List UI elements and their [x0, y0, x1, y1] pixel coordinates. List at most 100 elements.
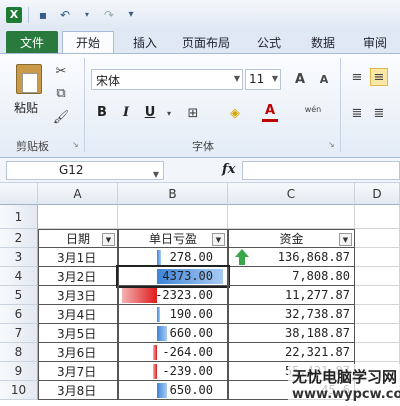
- borders-icon[interactable]: ⊞: [184, 104, 202, 122]
- chevron-down-icon: ▼: [271, 74, 278, 83]
- date-cell[interactable]: 3月5日: [38, 324, 118, 343]
- redo-icon[interactable]: ↷: [101, 7, 117, 23]
- cell[interactable]: [355, 205, 400, 229]
- funds-value: 32,738.87: [284, 307, 350, 321]
- phonetic-guide-icon[interactable]: wén: [300, 100, 326, 118]
- column-header-d[interactable]: D: [355, 183, 400, 205]
- align-top-icon[interactable]: ≡: [348, 68, 366, 86]
- format-painter-icon[interactable]: 🖌: [52, 108, 70, 126]
- align-middle-icon[interactable]: ≡: [370, 68, 388, 86]
- date-cell[interactable]: 3月3日: [38, 286, 118, 305]
- watermark-url: www.wypcw.com: [292, 387, 400, 402]
- cell[interactable]: [355, 248, 400, 267]
- filter-dropdown-icon[interactable]: ▼: [102, 233, 115, 246]
- customize-toolbar-icon[interactable]: ▾: [123, 7, 139, 23]
- cell[interactable]: [118, 205, 228, 229]
- funds-value: 7,808.80: [292, 269, 350, 283]
- clipboard-launcher-icon[interactable]: ↘: [72, 140, 79, 149]
- align-center-icon[interactable]: ≣: [370, 104, 388, 122]
- save-icon[interactable]: ▪: [35, 7, 51, 23]
- header-cell-date[interactable]: 日期 ▼: [38, 229, 118, 248]
- cell[interactable]: [355, 229, 400, 248]
- cell[interactable]: [355, 286, 400, 305]
- excel-logo-icon[interactable]: X: [6, 6, 22, 23]
- date-cell[interactable]: 3月7日: [38, 362, 118, 381]
- row-header[interactable]: 4: [0, 267, 38, 286]
- daily-pl-cell[interactable]: 650.00: [118, 381, 228, 400]
- select-all-corner[interactable]: [0, 183, 38, 205]
- font-color-button[interactable]: A: [262, 102, 278, 122]
- row-header[interactable]: 9: [0, 362, 38, 381]
- funds-cell[interactable]: 11,277.87: [228, 286, 355, 305]
- cell[interactable]: [355, 324, 400, 343]
- date-cell[interactable]: 3月1日: [38, 248, 118, 267]
- insert-function-icon[interactable]: fx: [222, 162, 235, 177]
- cell[interactable]: [38, 205, 118, 229]
- row-header[interactable]: 7: [0, 324, 38, 343]
- paste-button[interactable]: 粘贴: [14, 99, 38, 116]
- underline-button[interactable]: U: [142, 102, 158, 122]
- funds-cell[interactable]: 38,188.87: [228, 324, 355, 343]
- tab-insert[interactable]: 插入: [128, 31, 162, 53]
- paste-icon[interactable]: [16, 64, 42, 94]
- cell[interactable]: [228, 205, 355, 229]
- row-header[interactable]: 10: [0, 381, 38, 400]
- cell[interactable]: [355, 343, 400, 362]
- font-launcher-icon[interactable]: ↘: [328, 140, 335, 149]
- tab-file[interactable]: 文件: [6, 31, 58, 53]
- funds-cell[interactable]: 7,808.80: [228, 267, 355, 286]
- name-box-value: G12: [59, 163, 84, 177]
- cut-icon[interactable]: ✂: [52, 62, 70, 80]
- funds-cell[interactable]: 136,868.87: [228, 248, 355, 267]
- filter-dropdown-icon[interactable]: ▼: [339, 233, 352, 246]
- column-header-b[interactable]: B: [118, 183, 228, 205]
- shrink-font-icon[interactable]: A: [315, 70, 333, 88]
- funds-cell[interactable]: 32,738.87: [228, 305, 355, 324]
- daily-pl-cell[interactable]: 278.00: [118, 248, 228, 267]
- daily-pl-cell[interactable]: -264.00: [118, 343, 228, 362]
- row-header[interactable]: 8: [0, 343, 38, 362]
- fill-color-icon[interactable]: ◈: [226, 104, 244, 122]
- header-cell-daily-pl[interactable]: 单日亏盈 ▼: [118, 229, 228, 248]
- row-header[interactable]: 6: [0, 305, 38, 324]
- font-size-select[interactable]: 11 ▼: [245, 69, 281, 90]
- tab-formulas[interactable]: 公式: [252, 31, 286, 53]
- header-cell-funds[interactable]: 资金 ▼: [228, 229, 355, 248]
- name-box[interactable]: G12 ▼: [6, 161, 164, 180]
- grow-font-icon[interactable]: A: [291, 70, 309, 88]
- bold-button[interactable]: B: [94, 102, 110, 122]
- daily-pl-cell[interactable]: 190.00: [118, 305, 228, 324]
- cell[interactable]: [355, 267, 400, 286]
- date-cell[interactable]: 3月2日: [38, 267, 118, 286]
- cell[interactable]: [355, 305, 400, 324]
- italic-button[interactable]: I: [118, 102, 134, 122]
- row-header[interactable]: 5: [0, 286, 38, 305]
- date-cell[interactable]: 3月6日: [38, 343, 118, 362]
- tab-home[interactable]: 开始: [62, 31, 114, 53]
- date-cell[interactable]: 3月4日: [38, 305, 118, 324]
- excel-window: X ▪ ↶ ▾ ↷ ▾ 文件 开始 插入 页面布局 公式 数据 审阅 粘贴 ✂ …: [0, 0, 400, 406]
- funds-cell[interactable]: 22,321.87: [228, 343, 355, 362]
- copy-icon[interactable]: ⧉: [52, 84, 70, 102]
- undo-icon[interactable]: ↶: [57, 7, 73, 23]
- column-header-a[interactable]: A: [38, 183, 118, 205]
- date-cell[interactable]: 3月8日: [38, 381, 118, 400]
- align-left-icon[interactable]: ≣: [348, 104, 366, 122]
- funds-value: 22,321.87: [284, 345, 350, 359]
- row-header[interactable]: 3: [0, 248, 38, 267]
- daily-pl-cell[interactable]: -239.00: [118, 362, 228, 381]
- tab-page-layout[interactable]: 页面布局: [174, 31, 238, 53]
- underline-dropdown-icon[interactable]: ▾: [160, 104, 178, 122]
- daily-pl-cell[interactable]: 4373.00: [116, 265, 230, 288]
- daily-pl-cell[interactable]: 660.00: [118, 324, 228, 343]
- undo-dropdown-icon[interactable]: ▾: [79, 7, 95, 23]
- font-name-select[interactable]: 宋体 ▼: [91, 69, 243, 90]
- row-header[interactable]: 2: [0, 229, 38, 248]
- filter-dropdown-icon[interactable]: ▼: [212, 233, 225, 246]
- tab-review[interactable]: 审阅: [358, 31, 392, 53]
- daily-pl-cell[interactable]: -2323.00: [118, 286, 228, 305]
- formula-input[interactable]: [242, 161, 400, 180]
- tab-data[interactable]: 数据: [306, 31, 340, 53]
- row-header[interactable]: 1: [0, 205, 38, 229]
- column-header-c[interactable]: C: [228, 183, 355, 205]
